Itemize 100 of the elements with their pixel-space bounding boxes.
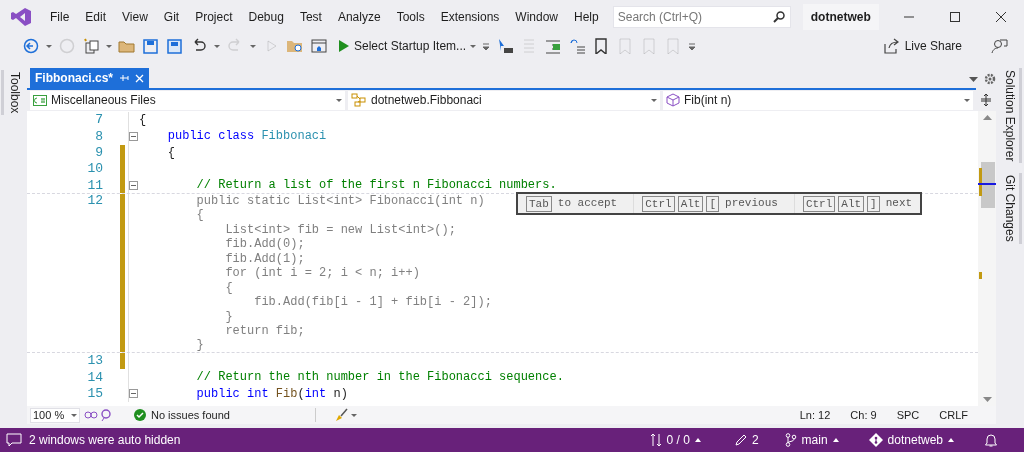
suggested-code-line: for (int i = 2; i < n; i++)	[224, 265, 420, 282]
notification-bell-icon[interactable]	[984, 433, 998, 447]
hint-text: to accept	[557, 196, 618, 212]
scroll-up-icon[interactable]	[982, 115, 992, 120]
cursor-status[interactable]: SPC	[896, 406, 920, 424]
hint-text: next	[885, 196, 913, 212]
share-icon[interactable]	[882, 38, 899, 54]
keyboard-key: ]	[867, 195, 880, 212]
vertical-scrollbar[interactable]	[978, 111, 996, 406]
pencil-icon	[734, 434, 747, 446]
menu-item[interactable]: Analyze	[329, 5, 389, 29]
suggested-code-line: {	[195, 207, 204, 225]
collapse-icon[interactable]	[129, 389, 138, 399]
side-panel-tab[interactable]: Solution Explorer	[1000, 68, 1022, 164]
overflow-icon[interactable]	[688, 42, 697, 50]
hint-segment[interactable]: Ctrl Alt [ previous	[633, 194, 786, 213]
line-number: 7	[95, 112, 103, 128]
menu-item[interactable]: View	[114, 5, 156, 29]
cursor-status[interactable]: Ln: 12	[799, 406, 831, 424]
line-number: 8	[95, 128, 103, 144]
dropdown-icon[interactable]	[969, 76, 978, 82]
branch-icon	[784, 433, 797, 447]
keyboard-key: [	[706, 195, 720, 212]
caret-icon[interactable]	[46, 44, 52, 48]
cube-icon	[666, 93, 680, 107]
keyboard-key: Tab	[526, 195, 552, 212]
menu-item[interactable]: Tools	[388, 5, 433, 29]
hint-text: previous	[725, 196, 778, 212]
indent-icon[interactable]	[544, 38, 563, 54]
live-share-button[interactable]: Live Share	[904, 37, 962, 55]
save-all-icon[interactable]	[166, 38, 184, 54]
suggested-code-line: return fib;	[224, 323, 305, 341]
keyboard-key: Alt	[838, 195, 865, 212]
save-icon[interactable]	[142, 38, 160, 54]
suggested-code-line: }	[195, 337, 204, 355]
brush-icon[interactable]	[333, 408, 348, 422]
back-icon[interactable]	[22, 38, 40, 54]
zoom-dropdown[interactable]: 100 %	[30, 407, 80, 423]
cursor-status[interactable]: CRLF	[939, 406, 968, 424]
start-icon[interactable]	[338, 39, 350, 53]
settings-icon[interactable]	[984, 73, 996, 85]
scroll-down-icon[interactable]	[982, 397, 992, 402]
caret-icon[interactable]	[250, 44, 256, 48]
outdent-icon[interactable]	[568, 38, 587, 54]
caret-icon	[336, 98, 342, 102]
changes-button[interactable]: 0 / 0	[649, 431, 701, 449]
menu-item[interactable]: Extensions	[432, 5, 508, 29]
message-icon[interactable]	[6, 433, 22, 447]
caret-icon[interactable]	[214, 44, 220, 48]
code-line: // Return a list of the first n Fibonacci numbers.	[195, 177, 557, 195]
status-message: 2 windows were auto hidden	[29, 432, 181, 449]
hint-segment[interactable]: Tab to accept	[518, 194, 626, 213]
search-field[interactable]: Search (Ctrl+Q)	[612, 6, 791, 28]
code-line: {	[166, 144, 175, 162]
new-item-icon[interactable]	[82, 38, 100, 54]
find-in-files-icon[interactable]	[286, 38, 304, 54]
menu-item[interactable]: Window	[507, 5, 567, 29]
repository-button[interactable]: dotnetweb	[868, 431, 954, 449]
navigation-dropdown[interactable]: dotnetweb.Fibbonaci	[348, 90, 660, 110]
side-panel-tab[interactable]: Git Changes	[1000, 173, 1022, 245]
collapse-icon[interactable]	[129, 131, 138, 141]
cursor-status[interactable]: Ch: 9	[850, 406, 877, 424]
close-icon[interactable]	[135, 73, 145, 83]
up-down-arrows-icon	[649, 433, 662, 447]
keyboard-key: Ctrl	[802, 195, 836, 212]
menu-item[interactable]: Help	[566, 5, 607, 29]
menu-item[interactable]: Edit	[77, 5, 115, 29]
keyboard-key: Alt	[677, 195, 704, 212]
caret-up-icon	[694, 438, 701, 442]
pointer-icon[interactable]	[496, 38, 515, 54]
caret-up-icon	[948, 438, 954, 442]
feedback-icon[interactable]	[990, 38, 1008, 54]
caret-icon[interactable]	[350, 413, 357, 417]
menu-item[interactable]: Project	[187, 5, 241, 29]
menu-item[interactable]: File	[42, 5, 78, 29]
git-icon	[868, 433, 883, 447]
navigation-dropdown[interactable]: Miscellaneous Files	[30, 90, 345, 110]
issues-status: No issues found	[151, 407, 230, 423]
startup-item-dropdown[interactable]: Select Startup Item...	[354, 37, 467, 55]
menu-item[interactable]: Debug	[240, 5, 292, 29]
line-number: 9	[95, 145, 103, 160]
window-icon[interactable]	[310, 38, 328, 54]
suggested-code-line: fib.Add(fib[i - 1] + fib[i - 2]);	[253, 294, 492, 312]
caret-icon[interactable]	[106, 44, 112, 48]
window-title: dotnetweb	[802, 4, 879, 30]
branch-button[interactable]: main	[784, 431, 839, 449]
caret-icon[interactable]	[470, 44, 477, 48]
suggested-code-line: fib.Add(0);	[224, 236, 305, 253]
hint-segment[interactable]: Ctrl Alt ] next	[793, 194, 921, 213]
edits-button[interactable]: 2	[734, 431, 759, 449]
overflow-icon[interactable]	[482, 42, 491, 50]
check-circle-icon	[134, 409, 146, 421]
document-tab[interactable]: Fibbonaci.cs*	[30, 68, 150, 88]
collapse-icon[interactable]	[129, 180, 138, 190]
navigation-dropdown[interactable]: Fib(int n)	[663, 90, 973, 110]
menu-item[interactable]: Git	[155, 5, 188, 29]
pin-icon[interactable]	[119, 73, 130, 83]
caret-up-icon	[832, 438, 839, 442]
menu-item[interactable]: Test	[291, 5, 330, 29]
split-icon[interactable]	[980, 93, 992, 107]
